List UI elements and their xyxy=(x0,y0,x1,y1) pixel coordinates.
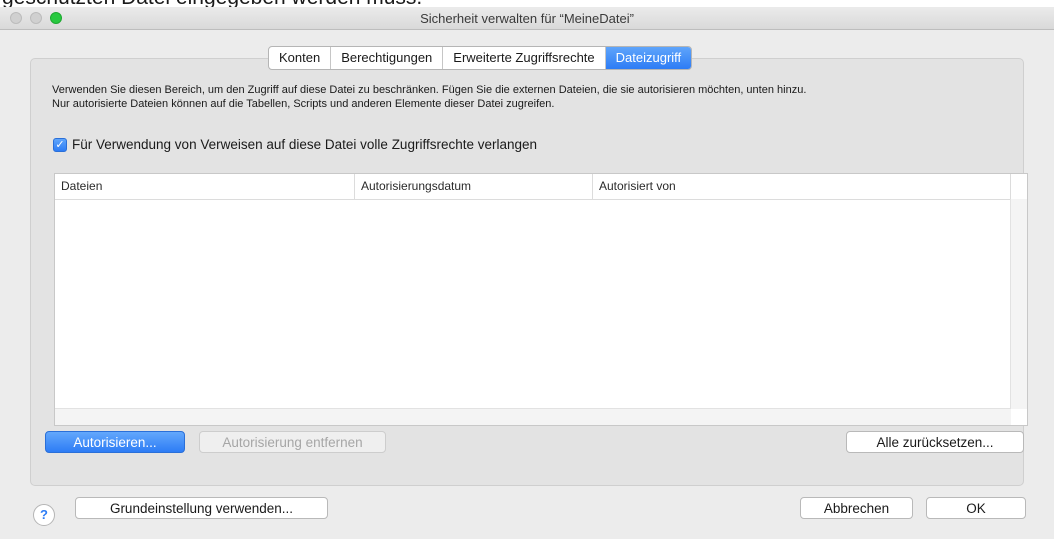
column-header-dateien[interactable]: Dateien xyxy=(55,174,355,199)
remove-authorization-button[interactable]: Autorisierung entfernen xyxy=(199,431,386,453)
horizontal-scrollbar[interactable] xyxy=(55,408,1011,425)
reset-all-button[interactable]: Alle zurücksetzen... xyxy=(846,431,1024,453)
full-access-checkbox[interactable]: ✓ xyxy=(53,137,67,152)
title-bar[interactable]: Sicherheit verwalten für “MeineDatei” xyxy=(0,7,1054,30)
table-header: Dateien Autorisierungsdatum Autorisiert … xyxy=(55,174,1027,200)
tab-erweiterte-zugriffsrechte[interactable]: Erweiterte Zugriffsrechte xyxy=(443,47,606,69)
column-header-autorisierungsdatum[interactable]: Autorisierungsdatum xyxy=(355,174,593,199)
authorize-button[interactable]: Autorisieren... xyxy=(45,431,185,453)
window-title: Sicherheit verwalten für “MeineDatei” xyxy=(420,11,634,26)
tab-bar: Konten Berechtigungen Erweiterte Zugriff… xyxy=(268,46,693,70)
full-access-label: Für Verwendung von Verweisen auf diese D… xyxy=(72,137,538,152)
authorized-files-table[interactable]: Dateien Autorisierungsdatum Autorisiert … xyxy=(54,173,1028,426)
ok-button[interactable]: OK xyxy=(926,497,1026,519)
security-dialog-window: Sicherheit verwalten für “MeineDatei” Ko… xyxy=(0,7,1054,539)
description-line-2: Nur autorisierte Dateien können auf die … xyxy=(52,98,555,110)
tab-dateizugriff[interactable]: Dateizugriff xyxy=(605,47,692,69)
help-icon[interactable]: ? xyxy=(33,504,55,526)
full-access-option[interactable]: ✓ Für Verwendung von Verweisen auf diese… xyxy=(53,137,537,152)
description-text: Verwenden Sie diesen Bereich, um den Zug… xyxy=(52,83,806,111)
tab-berechtigungen[interactable]: Berechtigungen xyxy=(331,47,444,69)
checkmark-icon: ✓ xyxy=(55,139,65,151)
tab-konten[interactable]: Konten xyxy=(269,47,332,69)
use-default-button[interactable]: Grundeinstellung verwenden... xyxy=(75,497,328,519)
cancel-button[interactable]: Abbrechen xyxy=(800,497,913,519)
column-header-autorisiert-von[interactable]: Autorisiert von xyxy=(593,174,1011,199)
description-line-1: Verwenden Sie diesen Bereich, um den Zug… xyxy=(52,84,807,96)
vertical-scrollbar[interactable] xyxy=(1010,199,1027,409)
